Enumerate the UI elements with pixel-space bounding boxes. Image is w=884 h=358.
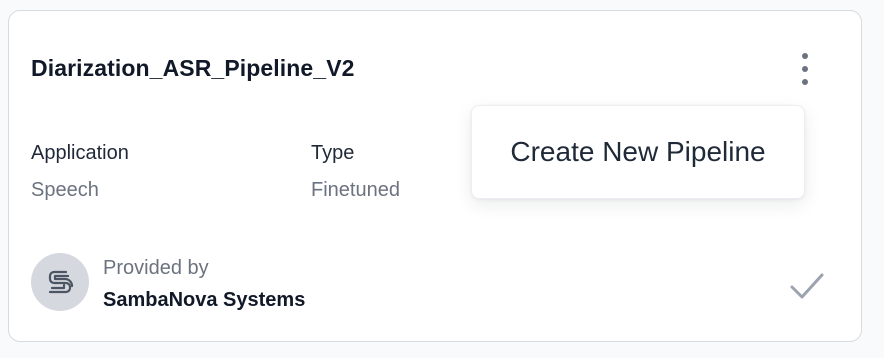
provided-by-label: Provided by	[103, 257, 209, 279]
provider-name: SambaNova Systems	[103, 289, 306, 311]
pipeline-card[interactable]: Diarization_ASR_Pipeline_V2 Application …	[8, 10, 862, 342]
kebab-dot	[802, 79, 808, 85]
provider-avatar	[31, 253, 89, 311]
type-value: Finetuned	[311, 179, 400, 201]
kebab-dot	[802, 66, 808, 72]
check-icon[interactable]	[787, 269, 827, 303]
kebab-dot	[802, 53, 808, 59]
kebab-menu-icon[interactable]	[793, 49, 817, 89]
dropdown-menu: Create New Pipeline	[471, 105, 805, 199]
application-label: Application	[31, 142, 129, 164]
application-value: Speech	[31, 179, 99, 201]
card-title: Diarization_ASR_Pipeline_V2	[31, 55, 355, 81]
menu-item-create-new-pipeline[interactable]: Create New Pipeline	[472, 106, 804, 198]
sambanova-logo-icon	[48, 270, 74, 294]
type-label: Type	[311, 142, 355, 164]
